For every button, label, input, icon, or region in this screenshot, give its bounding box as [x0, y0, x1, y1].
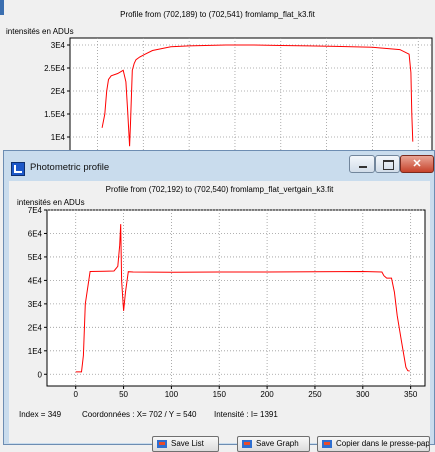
background-profile-chart: 1E4 1.5E4 2E4 2.5E4 3E4 [44, 37, 433, 157]
background-y-tick-label: 3E4 [51, 41, 66, 50]
background-y-tick-label: 1E4 [51, 133, 66, 142]
y-axis-label: intensités en ADUs [17, 198, 85, 207]
dialog-client-area: 0 50 100 150 200 250 300 350 0 1E4 2E4 3E4 4E4 5E4 6E4… [9, 181, 430, 452]
save-graph-button[interactable]: Save Graph [237, 436, 310, 452]
x-tick-label: 200 [260, 390, 274, 399]
intensity-readout: Intensité : I= 1391 [214, 410, 278, 419]
maximize-button[interactable] [375, 155, 400, 173]
background-y-axis-label: intensités en ADUs [6, 27, 74, 36]
save-list-label: Save List [171, 439, 204, 448]
save-graph-label: Save Graph [256, 439, 299, 448]
profile-chart[interactable]: 0 50 100 150 200 250 300 350 0 1E4 2E4 3E4 4E4 5E4 6E4… [9, 181, 430, 401]
background-profile-window: Profile from (702,189) to (702,541) from… [0, 0, 435, 160]
y-tick-label: 4E4 [28, 276, 43, 285]
copy-clipboard-icon [322, 440, 332, 448]
close-icon: ✕ [412, 158, 422, 170]
background-y-tick-label: 2E4 [51, 87, 66, 96]
copy-clipboard-label: Copier dans le presse-papier [336, 439, 430, 448]
x-tick-label: 0 [73, 390, 78, 399]
save-graph-icon [242, 440, 252, 448]
plot-area [46, 209, 426, 387]
background-y-tick-label: 1.5E4 [44, 110, 65, 119]
copy-clipboard-button[interactable]: Copier dans le presse-papier [317, 436, 430, 452]
background-plot-title: Profile from (702,189) to (702,541) from… [120, 10, 315, 19]
y-tick-label: 5E4 [28, 253, 43, 262]
coordinates-readout: Coordonnées : X= 702 / Y = 540 [82, 410, 197, 419]
x-tick-label: 350 [404, 390, 418, 399]
title-bar[interactable]: Photometric profile ✕ [4, 151, 434, 181]
save-list-button[interactable]: Save List [152, 436, 219, 452]
y-tick-label: 6E4 [28, 229, 43, 238]
save-list-icon [157, 440, 167, 448]
app-icon [11, 162, 25, 176]
close-button[interactable]: ✕ [400, 155, 434, 173]
x-tick-label: 50 [119, 390, 128, 399]
y-tick-label: 1E4 [28, 347, 43, 356]
photometric-profile-window: Photometric profile ✕ 0 50 100 150 200 250 300… [3, 150, 435, 452]
background-plot-area [69, 37, 433, 157]
y-tick-label: 3E4 [28, 300, 43, 309]
background-y-tick-label: 2.5E4 [44, 64, 65, 73]
x-tick-label: 300 [356, 390, 370, 399]
x-tick-label: 150 [213, 390, 227, 399]
window-title: Photometric profile [30, 162, 110, 173]
plot-title: Profile from (702,192) to (702,540) from… [105, 185, 334, 194]
x-tick-label: 250 [308, 390, 322, 399]
y-tick-label: 0 [38, 370, 43, 379]
x-tick-label: 100 [165, 390, 179, 399]
index-readout: Index = 349 [19, 410, 62, 419]
y-tick-label: 7E4 [28, 206, 43, 215]
y-tick-label: 2E4 [28, 323, 43, 332]
minimize-button[interactable] [349, 155, 375, 173]
